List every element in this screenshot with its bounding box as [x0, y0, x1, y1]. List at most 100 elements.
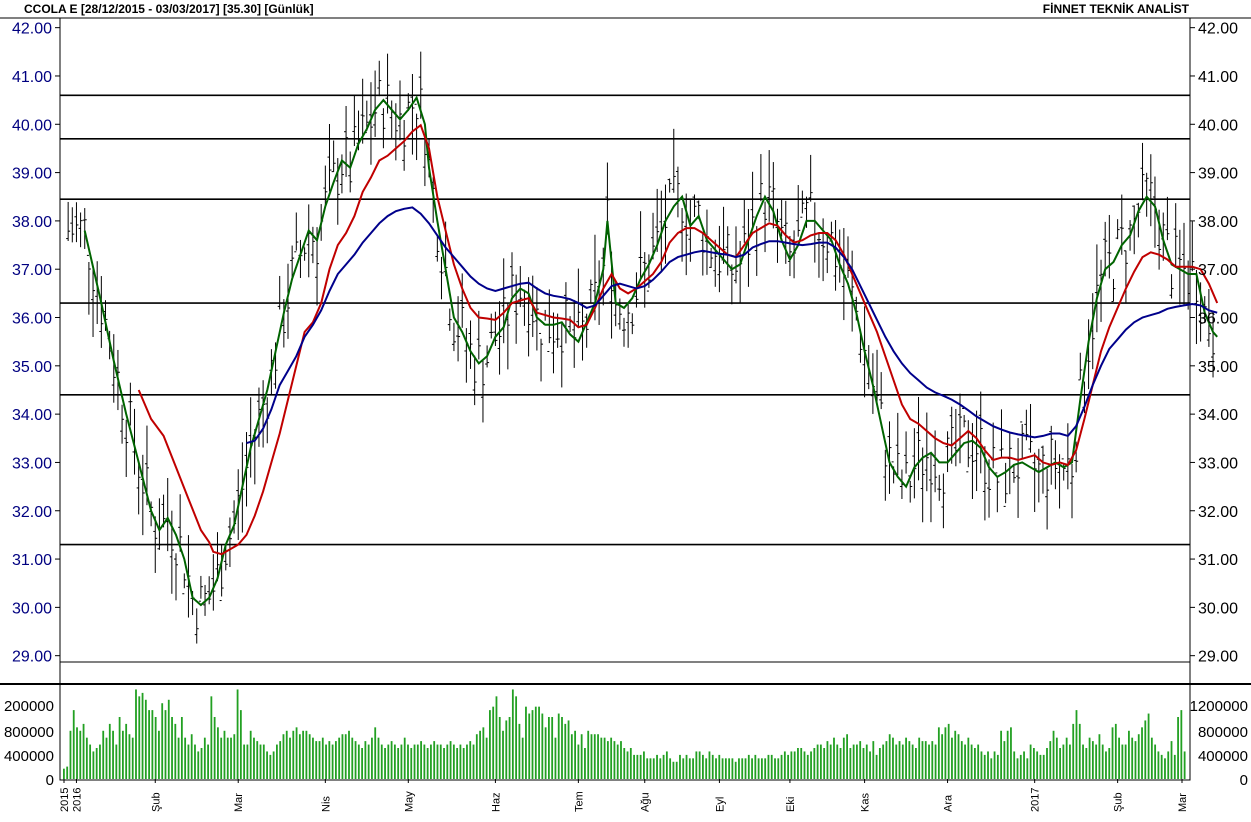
volume-bar: [272, 751, 275, 779]
volume-bar: [161, 703, 164, 779]
volume-bar: [135, 689, 137, 779]
volume-bar: [1128, 730, 1130, 779]
volume-bar: [1114, 723, 1117, 779]
volume-bar: [954, 730, 957, 779]
volume-bar: [387, 744, 390, 779]
volume-bar: [541, 713, 544, 779]
volume-bar: [187, 744, 190, 779]
y-tick-label-right: 42.00: [1198, 21, 1238, 38]
volume-bar: [285, 730, 288, 779]
volume-bar: [112, 730, 114, 779]
volume-bar: [233, 734, 236, 779]
volume-bar: [472, 744, 475, 779]
volume-bar: [390, 741, 393, 779]
volume-bar: [511, 689, 514, 779]
volume-bar: [131, 737, 134, 779]
volume-bar: [636, 754, 639, 779]
volume-bar: [344, 734, 347, 779]
volume-bar: [1039, 754, 1042, 779]
volume-bar: [400, 744, 403, 779]
volume-bar: [1137, 734, 1140, 779]
volume-bar: [626, 751, 629, 779]
volume-bar: [833, 737, 835, 779]
volume-bar: [403, 737, 406, 779]
volume-bar: [570, 734, 573, 779]
volume-bar: [92, 751, 95, 779]
y-tick-label-right: 31.00: [1198, 552, 1238, 569]
y-tick-label-left: 39.00: [12, 166, 52, 183]
volume-bar: [341, 734, 344, 779]
volume-bar: [138, 696, 141, 779]
price-axis: 42.00 42.00 41.00 41.00 40.00 40.00 39.00 39.00…: [12, 21, 1238, 666]
volume-bar: [521, 737, 524, 779]
volume-bar: [872, 741, 875, 779]
volume-bar: [633, 754, 635, 779]
volume-bar: [865, 744, 868, 779]
volume-bar: [964, 744, 966, 779]
volume-bar: [85, 737, 88, 779]
volume-bar: [551, 717, 554, 779]
volume-bar: [334, 741, 337, 779]
y-tick-label-left: 35.00: [12, 359, 52, 376]
volume-bar: [987, 751, 989, 779]
volume-bar: [790, 751, 793, 779]
volume-bar: [731, 758, 734, 779]
volume-bar: [518, 723, 521, 779]
volume-bar: [1085, 748, 1088, 779]
volume-bar: [1019, 754, 1022, 779]
volume-bar: [69, 730, 72, 779]
volume-bar: [1144, 720, 1147, 779]
volume-bar: [1121, 744, 1124, 779]
volume-bar: [262, 744, 265, 779]
volume-tick-label-left: 200000: [4, 698, 54, 715]
volume-bar: [1016, 758, 1019, 779]
volume-bar: [164, 710, 167, 779]
volume-bar: [547, 717, 550, 779]
volume-bar: [357, 744, 360, 779]
volume-bar: [846, 734, 848, 779]
volume-bar: [456, 748, 459, 779]
volume-bar: [102, 730, 105, 779]
volume-bar: [462, 748, 465, 779]
volume-bar: [433, 741, 436, 779]
volume-bar: [574, 730, 577, 779]
y-tick-label-right: 36.00: [1198, 311, 1238, 328]
volume-bar: [321, 737, 324, 779]
volume-bar: [108, 723, 111, 779]
volume-bar: [63, 768, 65, 779]
volume-bar: [1164, 758, 1166, 779]
volume-bar: [1072, 723, 1075, 779]
volume-bar: [800, 748, 803, 779]
volume-bar: [777, 758, 780, 779]
volume-bar: [259, 744, 262, 779]
volume-bar: [1036, 751, 1039, 779]
volume-bar: [882, 744, 885, 779]
volume-bar: [1029, 744, 1032, 779]
volume-bar: [859, 741, 862, 779]
volume-bar: [967, 737, 970, 779]
volume-bar: [125, 723, 128, 779]
volume-bar: [1108, 748, 1111, 779]
volume-bar: [741, 758, 744, 779]
volume-bar: [331, 744, 334, 779]
volume-bar: [797, 748, 799, 779]
x-tick-label: Tem: [573, 791, 585, 812]
x-tick-label: 2016: [71, 788, 83, 812]
volume-bar: [751, 758, 753, 779]
volume-bar: [253, 737, 255, 779]
volume-bar: [413, 744, 416, 779]
volume-bar: [970, 744, 973, 779]
volume-bar: [662, 754, 665, 779]
volume-bar: [941, 734, 944, 779]
y-tick-label-right: 39.00: [1198, 166, 1238, 183]
volume-bar: [780, 754, 783, 779]
volume-bar: [688, 758, 691, 779]
volume-bar: [842, 737, 845, 779]
volume-bar: [724, 758, 727, 779]
y-tick-label-right: 33.00: [1198, 455, 1238, 472]
volume-bar: [895, 744, 898, 779]
volume-tick-label-right: 0: [1240, 772, 1248, 789]
volume-bar: [266, 751, 268, 779]
volume-bar: [1052, 730, 1055, 779]
volume-bar: [682, 758, 685, 779]
